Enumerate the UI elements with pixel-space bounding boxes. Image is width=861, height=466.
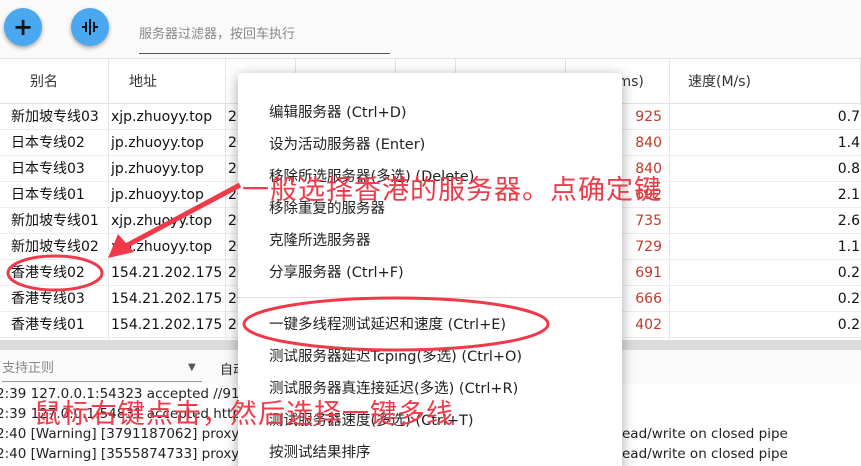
menu-item-share-server[interactable]: 分享服务器 (Ctrl+F) xyxy=(238,257,622,289)
cell-alias: 新加坡专线03 xyxy=(11,109,99,125)
column-header-address[interactable]: 地址 xyxy=(109,59,226,105)
cell-address: jp.zhuoyy.top xyxy=(111,161,204,177)
cell-address: 154.21.202.175 xyxy=(111,317,223,333)
annotation-text: 一般选择香港的服务器。点确定键 xyxy=(242,175,662,206)
menu-item-edit-server[interactable]: 编辑服务器 (Ctrl+D) xyxy=(238,97,622,129)
cell-speed: 0.7 xyxy=(837,109,860,125)
add-server-button[interactable]: + xyxy=(4,8,42,46)
cell-alias: 新加坡专线01 xyxy=(11,213,99,229)
cell-address: jp.zhuoyy.top xyxy=(111,187,204,203)
log-line: 2:40 [Warning] [3555874733] proxy/ xyxy=(0,446,244,462)
cell-address: 154.21.202.175 xyxy=(111,291,223,307)
menu-item-set-active-server[interactable]: 设为活动服务器 (Enter) xyxy=(238,129,622,161)
cell-alias: 日本专线03 xyxy=(11,161,85,177)
cell-address: xjp.zhuoyy.top xyxy=(111,239,213,255)
menu-item-test-tcping[interactable]: 测试服务器延迟Tcping(多选) (Ctrl+O) xyxy=(238,341,622,373)
cell-alias: 香港专线03 xyxy=(11,291,85,307)
menu-item-clone-server[interactable]: 克隆所选服务器 xyxy=(238,225,622,257)
log-filter-input[interactable] xyxy=(2,356,202,382)
cell-address: xjp.zhuoyy.top xyxy=(111,109,213,125)
cell-speed: 0.2 xyxy=(837,265,860,281)
menu-item-multithread-test[interactable]: 一键多线程测试延迟和速度 (Ctrl+E) xyxy=(238,309,622,341)
log-line-tail: ead/write on closed pipe xyxy=(622,446,788,462)
cell-speed: 0.2 xyxy=(837,317,860,333)
cell-alias: 日本专线02 xyxy=(11,135,85,151)
cell-speed: 1.1 xyxy=(837,239,860,255)
plus-icon: + xyxy=(12,13,34,41)
column-header-speed[interactable]: 速度(M/s) xyxy=(670,59,861,105)
split-icon xyxy=(82,19,98,35)
annotation-text: 鼠标右键点击，然后选择一键多线 xyxy=(34,399,454,430)
cell-speed: 0.8 xyxy=(837,161,860,177)
toolbar: + xyxy=(0,0,861,58)
cell-address: xjp.zhuoyy.top xyxy=(111,213,213,229)
log-line-tail: ead/write on closed pipe xyxy=(622,426,788,442)
cell-alias: 新加坡专线02 xyxy=(11,239,99,255)
menu-item-sort-by-result[interactable]: 按测试结果排序 xyxy=(238,437,622,466)
cell-speed: 1.4 xyxy=(837,135,860,151)
cell-address: 154.21.202.175 xyxy=(111,265,223,281)
cell-alias: 香港专线02 xyxy=(11,265,85,281)
cell-speed: 2.1 xyxy=(837,187,860,203)
cell-address: jp.zhuoyy.top xyxy=(111,135,204,151)
cell-speed: 0.2 xyxy=(837,291,860,307)
cell-speed: 2.6 xyxy=(837,213,860,229)
server-filter-input[interactable] xyxy=(139,16,390,54)
cell-alias: 日本专线01 xyxy=(11,187,85,203)
menu-separator xyxy=(238,297,622,298)
column-header-alias[interactable]: 别名 xyxy=(0,59,109,105)
cell-alias: 香港专线01 xyxy=(11,317,85,333)
split-button[interactable] xyxy=(71,8,109,46)
chevron-down-icon[interactable]: ▼ xyxy=(188,362,196,373)
